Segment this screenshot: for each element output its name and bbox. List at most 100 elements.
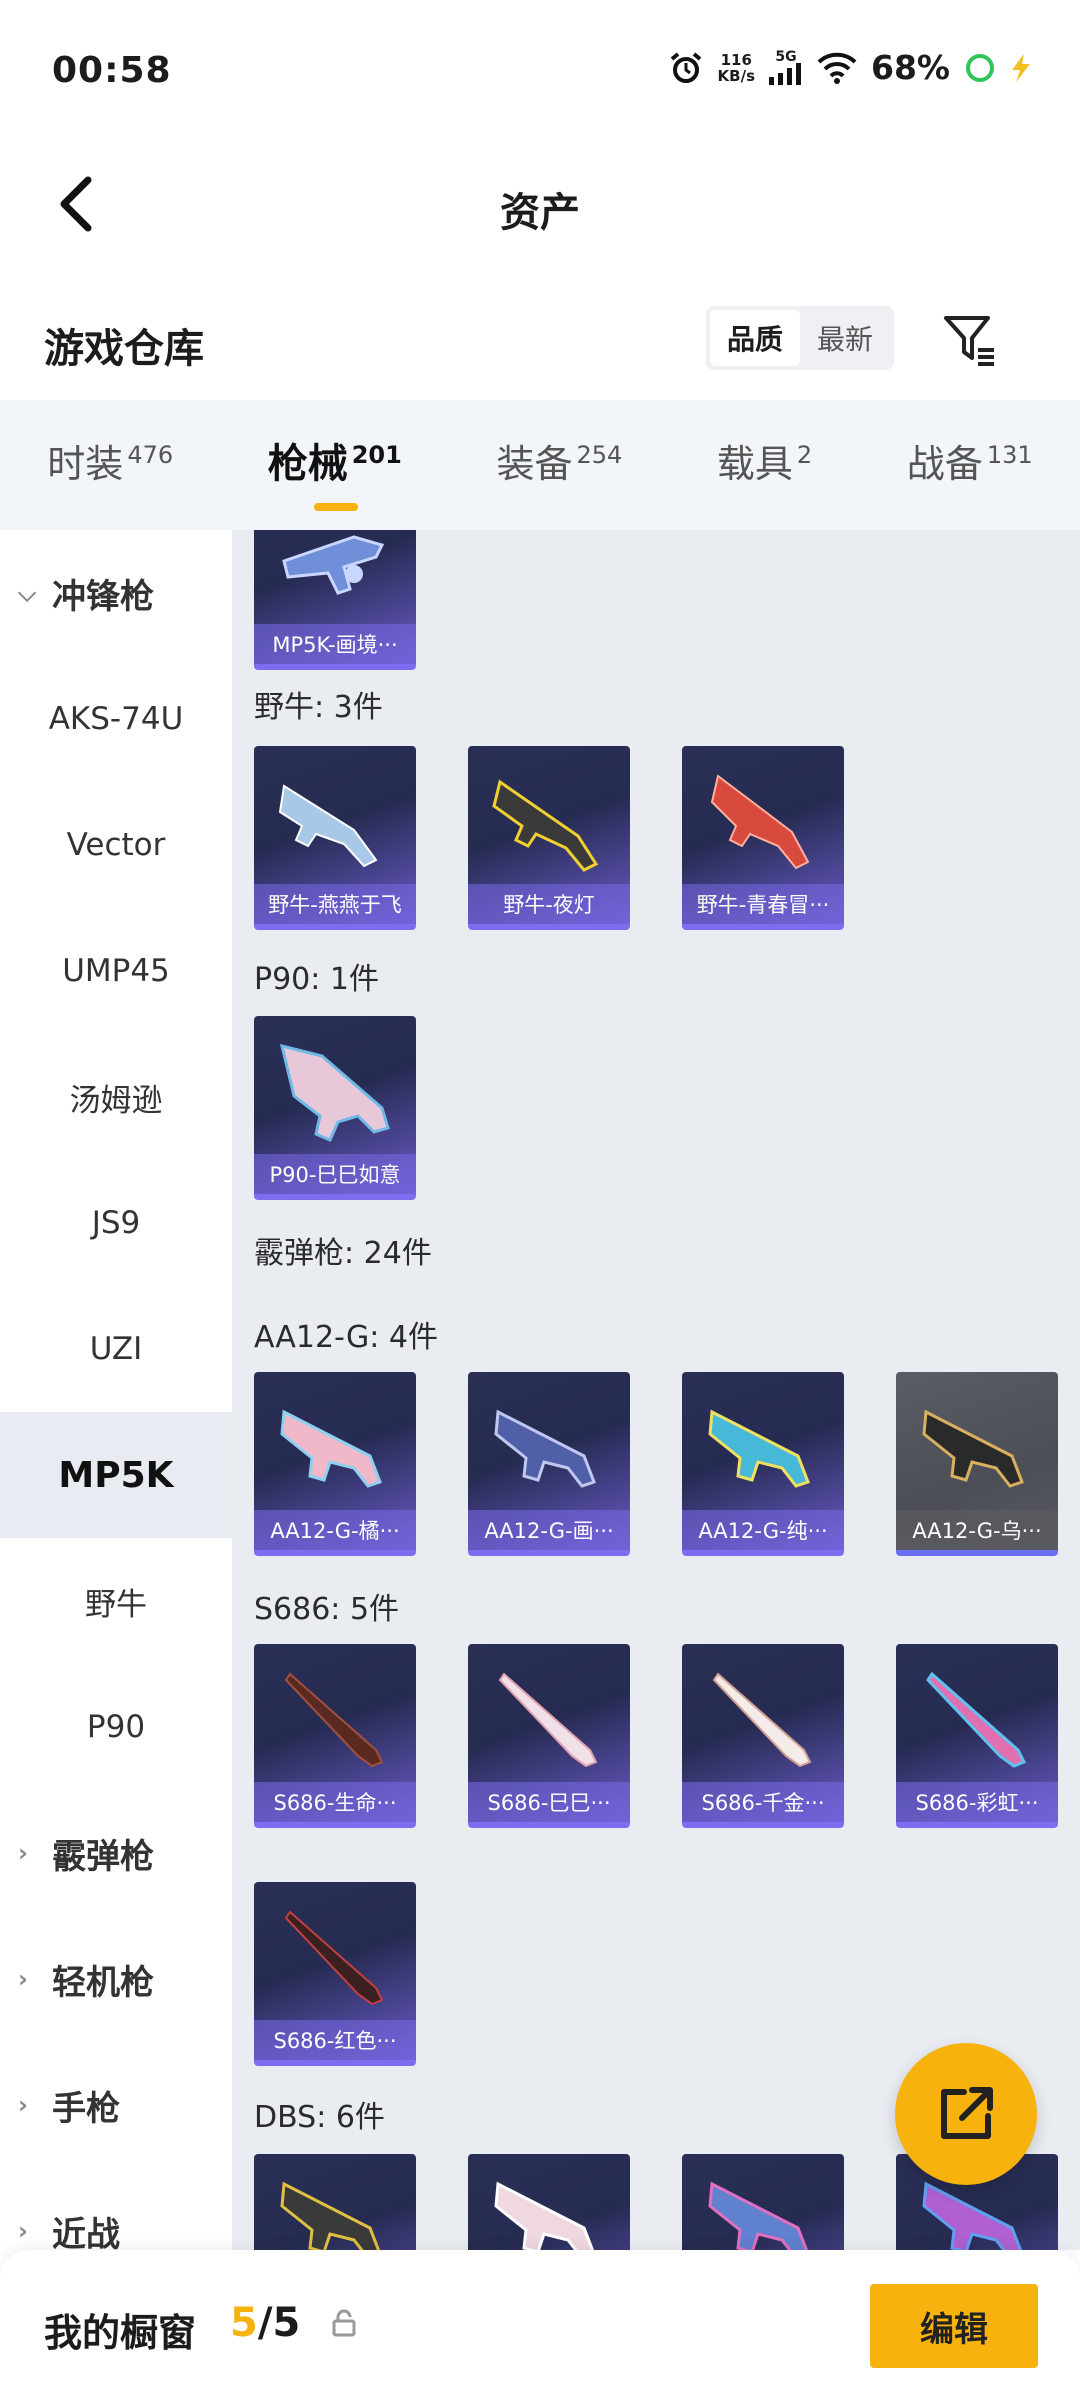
tab-equipment[interactable]: 装备 254 <box>496 433 622 498</box>
weapon-skin-image <box>494 2181 595 2250</box>
showcase-count-total: /5 <box>257 2300 301 2346</box>
share-fab-button[interactable] <box>895 2043 1037 2185</box>
tab-count: 131 <box>986 440 1033 469</box>
weapon-card-label: P90-巳巳如意 <box>254 1154 416 1194</box>
weapon-skin-image <box>284 1910 384 2006</box>
sidebar-item-p90[interactable]: P90 <box>0 1664 232 1790</box>
net-speed: 116 KB/s <box>718 52 755 84</box>
weapon-card[interactable]: AA12-G-乌··· <box>896 1372 1058 1556</box>
weapon-card[interactable] <box>468 2154 630 2250</box>
sidebar-item-smg[interactable]: ⌵ 冲锋枪 <box>0 530 232 656</box>
tab-count: 2 <box>796 440 813 469</box>
weapon-card[interactable]: P90-巳巳如意 <box>254 1016 416 1200</box>
showcase-count-current: 5 <box>230 2300 258 2346</box>
sidebar-item-label: 霰弹枪 <box>52 1836 154 1877</box>
weapon-card-label: 野牛-青春冒··· <box>682 884 844 924</box>
chevron-down-icon: ⌵ <box>18 579 37 607</box>
warehouse-title: 游戏仓库 <box>44 326 204 372</box>
tab-combat-gear[interactable]: 战备 131 <box>907 433 1033 498</box>
tab-label: 枪械 <box>267 441 348 487</box>
warehouse-header: 游戏仓库 品质 最新 <box>0 280 1080 400</box>
sidebar-item-shotgun[interactable]: › 霰弹枪 <box>0 1790 232 1916</box>
tab-label: 载具 <box>716 441 793 486</box>
charging-icon <box>1012 53 1030 82</box>
status-icons: 116 KB/s 5G 68% <box>668 48 1032 87</box>
weapon-card[interactable]: 野牛-青春冒··· <box>682 746 844 930</box>
sidebar-item-js9[interactable]: JS9 <box>0 1160 232 1286</box>
sort-newest-button[interactable]: 最新 <box>800 310 890 366</box>
chevron-right-icon: › <box>18 1965 28 1993</box>
weapon-card[interactable]: 野牛-燕燕于飞 <box>254 746 416 930</box>
sidebar-item-bison[interactable]: 野牛 <box>0 1538 232 1664</box>
tab-firearms[interactable]: 枪械 201 <box>267 431 402 511</box>
weapon-card[interactable]: S686-彩虹··· <box>896 1644 1058 1828</box>
sidebar-item-melee[interactable]: › 近战 <box>0 2168 232 2251</box>
weapon-card[interactable]: AA12-G-纯··· <box>682 1372 844 1556</box>
sidebar-item-label: 近战 <box>52 2214 120 2251</box>
edit-button[interactable]: 编辑 <box>870 2284 1038 2368</box>
filter-button[interactable] <box>940 310 1000 370</box>
filter-icon <box>944 316 994 366</box>
sidebar-item-aks74u[interactable]: AKS-74U <box>0 656 232 782</box>
status-time: 00:58 <box>52 50 172 91</box>
weapon-skin-image <box>492 779 599 872</box>
showcase-footer: 我的橱窗 5/5 编辑 <box>0 2250 1080 2400</box>
page-title: 资产 <box>500 190 580 236</box>
alarm-icon <box>670 51 701 83</box>
weapon-card-label: AA12-G-橘··· <box>254 1510 416 1550</box>
weapon-skin-image <box>279 1043 390 1142</box>
battery-percent: 68% <box>871 48 950 87</box>
sidebar-item-vector[interactable]: Vector <box>0 782 232 908</box>
sidebar-item-pistol[interactable]: › 手枪 <box>0 2042 232 2168</box>
group-title-shotgun: 霰弹枪: 24件 <box>254 1236 432 1271</box>
weapon-card[interactable]: 野牛-夜灯 <box>468 746 630 930</box>
weapon-card-label: AA12-G-乌··· <box>896 1510 1058 1550</box>
group-title-s686: S686: 5件 <box>254 1592 400 1627</box>
sort-toggle: 品质 最新 <box>706 306 894 370</box>
weapon-card[interactable] <box>682 2154 844 2250</box>
tab-label: 时装 <box>47 441 124 486</box>
sidebar-item-uzi[interactable]: UZI <box>0 1286 232 1412</box>
weapon-card[interactable]: S686-千金··· <box>682 1644 844 1828</box>
net-speed-value: 116 <box>720 50 752 69</box>
lock-icon <box>332 2309 356 2337</box>
weapon-card[interactable]: AA12-G-橘··· <box>254 1372 416 1556</box>
weapon-card-label: S686-彩虹··· <box>896 1782 1058 1822</box>
sidebar-item-lmg[interactable]: › 轻机枪 <box>0 1916 232 2042</box>
weapon-card[interactable]: AA12-G-画··· <box>468 1372 630 1556</box>
net-speed-unit: KB/s <box>717 66 755 85</box>
weapon-card-label: S686-巳巳··· <box>468 1782 630 1822</box>
weapon-card-label: AA12-G-画··· <box>468 1510 630 1550</box>
tab-label: 装备 <box>496 441 573 486</box>
weapon-card[interactable] <box>254 2154 416 2250</box>
weapon-card[interactable]: S686-巳巳··· <box>468 1644 630 1828</box>
weapon-card[interactable]: S686-红色··· <box>254 1882 416 2066</box>
group-title-dbs: DBS: 6件 <box>254 2100 385 2135</box>
weapon-card[interactable]: MP5K-画境··· <box>254 530 416 670</box>
sort-quality-button[interactable]: 品质 <box>710 310 800 366</box>
group-title-p90: P90: 1件 <box>254 962 379 997</box>
category-tabs: 时装 476 枪械 201 装备 254 载具 2 战备 131 <box>0 400 1080 530</box>
sidebar-item-label: 轻机枪 <box>52 1962 154 2003</box>
battery-ring-icon <box>966 53 994 82</box>
sidebar-item-ump45[interactable]: UMP45 <box>0 908 232 1034</box>
weapon-card-label: S686-千金··· <box>682 1782 844 1822</box>
weapon-card-label: 野牛-燕燕于飞 <box>254 884 416 924</box>
network-type: 5G <box>775 48 797 65</box>
sidebar-item-mp5k[interactable]: MP5K <box>0 1412 232 1538</box>
weapon-skin-image <box>710 774 810 870</box>
showcase-count: 5/5 <box>230 2300 300 2346</box>
weapon-card[interactable]: S686-生命··· <box>254 1644 416 1828</box>
weapon-skin-image <box>712 1672 812 1768</box>
weapon-skin-image <box>498 1672 598 1768</box>
sidebar-item-thompson[interactable]: 汤姆逊 <box>0 1034 232 1160</box>
weapon-sidebar: ⌵ 冲锋枪 AKS-74U Vector UMP45 汤姆逊 JS9 UZI MP… <box>0 530 232 2250</box>
chevron-right-icon: › <box>18 1839 28 1867</box>
tab-fashion[interactable]: 时装 476 <box>47 433 173 498</box>
tab-vehicles[interactable]: 载具 2 <box>717 433 812 498</box>
share-external-icon <box>941 2087 993 2139</box>
weapon-skin-image <box>278 784 378 868</box>
cell-signal-icon: 5G <box>769 48 803 85</box>
weapon-skin-image <box>280 1409 382 1488</box>
weapon-card-label: S686-生命··· <box>254 1782 416 1822</box>
